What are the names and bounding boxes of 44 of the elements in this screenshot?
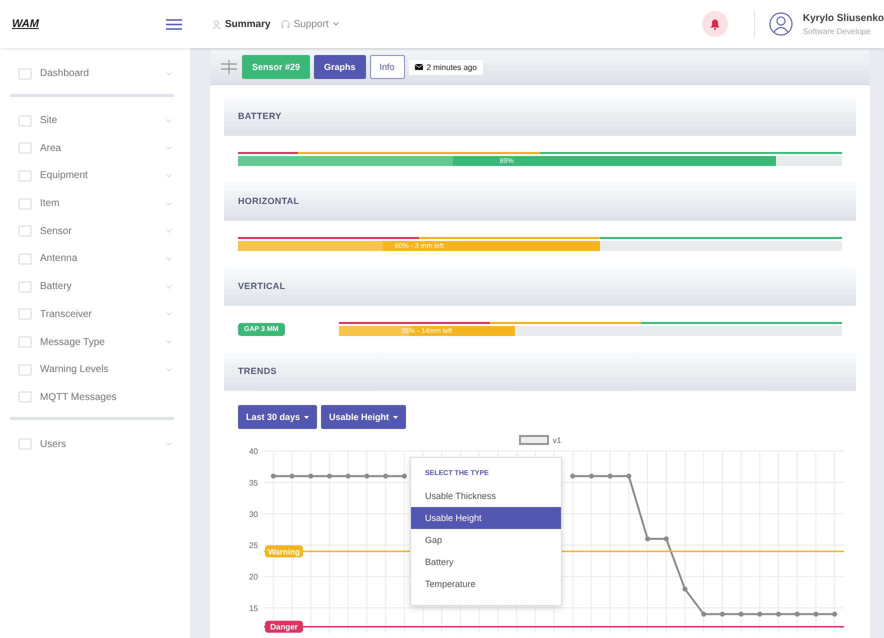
menu-item[interactable]: Temperature xyxy=(411,573,561,595)
timestamp: 2 minutes ago xyxy=(426,62,477,72)
axis-tick-label: 20 xyxy=(249,572,258,582)
menu-item[interactable]: Battery xyxy=(411,551,561,573)
axis-tick-label: 15 xyxy=(249,604,258,613)
sidebar-item[interactable]: Area xyxy=(18,134,172,162)
user-name: Kyrylo Sliusenko xyxy=(802,12,884,24)
sidebar-item[interactable]: Antenna xyxy=(18,245,172,273)
ref-line-label: Warning xyxy=(268,547,300,556)
logo[interactable]: WAM xyxy=(0,18,142,30)
sidebar-item[interactable]: Message Type xyxy=(18,328,172,356)
sidebar-item[interactable]: Sensor xyxy=(18,217,172,246)
menu-item[interactable]: Usable Height xyxy=(411,507,561,529)
sidebar-item[interactable]: Warning Levels xyxy=(18,356,172,384)
sidebar-item[interactable]: Item xyxy=(18,190,172,218)
sidebar-item[interactable]: Battery xyxy=(18,272,172,300)
menu-item[interactable]: Gap xyxy=(411,529,561,551)
nav-link[interactable]: Summary xyxy=(212,18,271,30)
filter-dropdown[interactable]: Usable Height xyxy=(321,405,406,429)
axis-tick-label: 30 xyxy=(249,510,258,519)
section-title: BATTERY xyxy=(224,97,856,136)
sidebar-item[interactable]: Transceiver xyxy=(18,300,172,328)
section-title: VERTICAL xyxy=(224,267,856,306)
sidebar-item[interactable]: Dashboard xyxy=(18,60,172,88)
sidebar-item[interactable]: Equipment xyxy=(18,162,172,190)
info-button[interactable]: Info xyxy=(370,55,405,79)
sidebar-item[interactable]: Users xyxy=(18,430,172,458)
user-role: Software Develope xyxy=(802,26,872,36)
axis-tick-label: 35 xyxy=(249,478,258,488)
threshold-label: Warning xyxy=(265,545,303,558)
menu-item[interactable]: Usable Thickness xyxy=(411,485,561,507)
sidebar-item[interactable]: Site xyxy=(18,106,172,134)
axis-tick-label: 25 xyxy=(249,541,258,550)
filter-dropdown[interactable]: Last 30 days xyxy=(238,405,318,429)
sensor-button[interactable]: Sensor #29 xyxy=(242,55,310,79)
sidebar-item[interactable]: MQTT Messages xyxy=(18,384,172,412)
threshold-label: Danger xyxy=(265,620,303,633)
graphs-button[interactable]: Graphs xyxy=(314,55,366,79)
axis-tick-label: 40 xyxy=(249,447,258,456)
ref-line-label: Danger xyxy=(270,622,298,632)
section-title: HORIZONTAL xyxy=(224,182,856,221)
section-title: TRENDS xyxy=(224,352,856,391)
nav-dropdown[interactable]: Support xyxy=(280,18,339,30)
legend-label: v1 xyxy=(552,436,562,444)
